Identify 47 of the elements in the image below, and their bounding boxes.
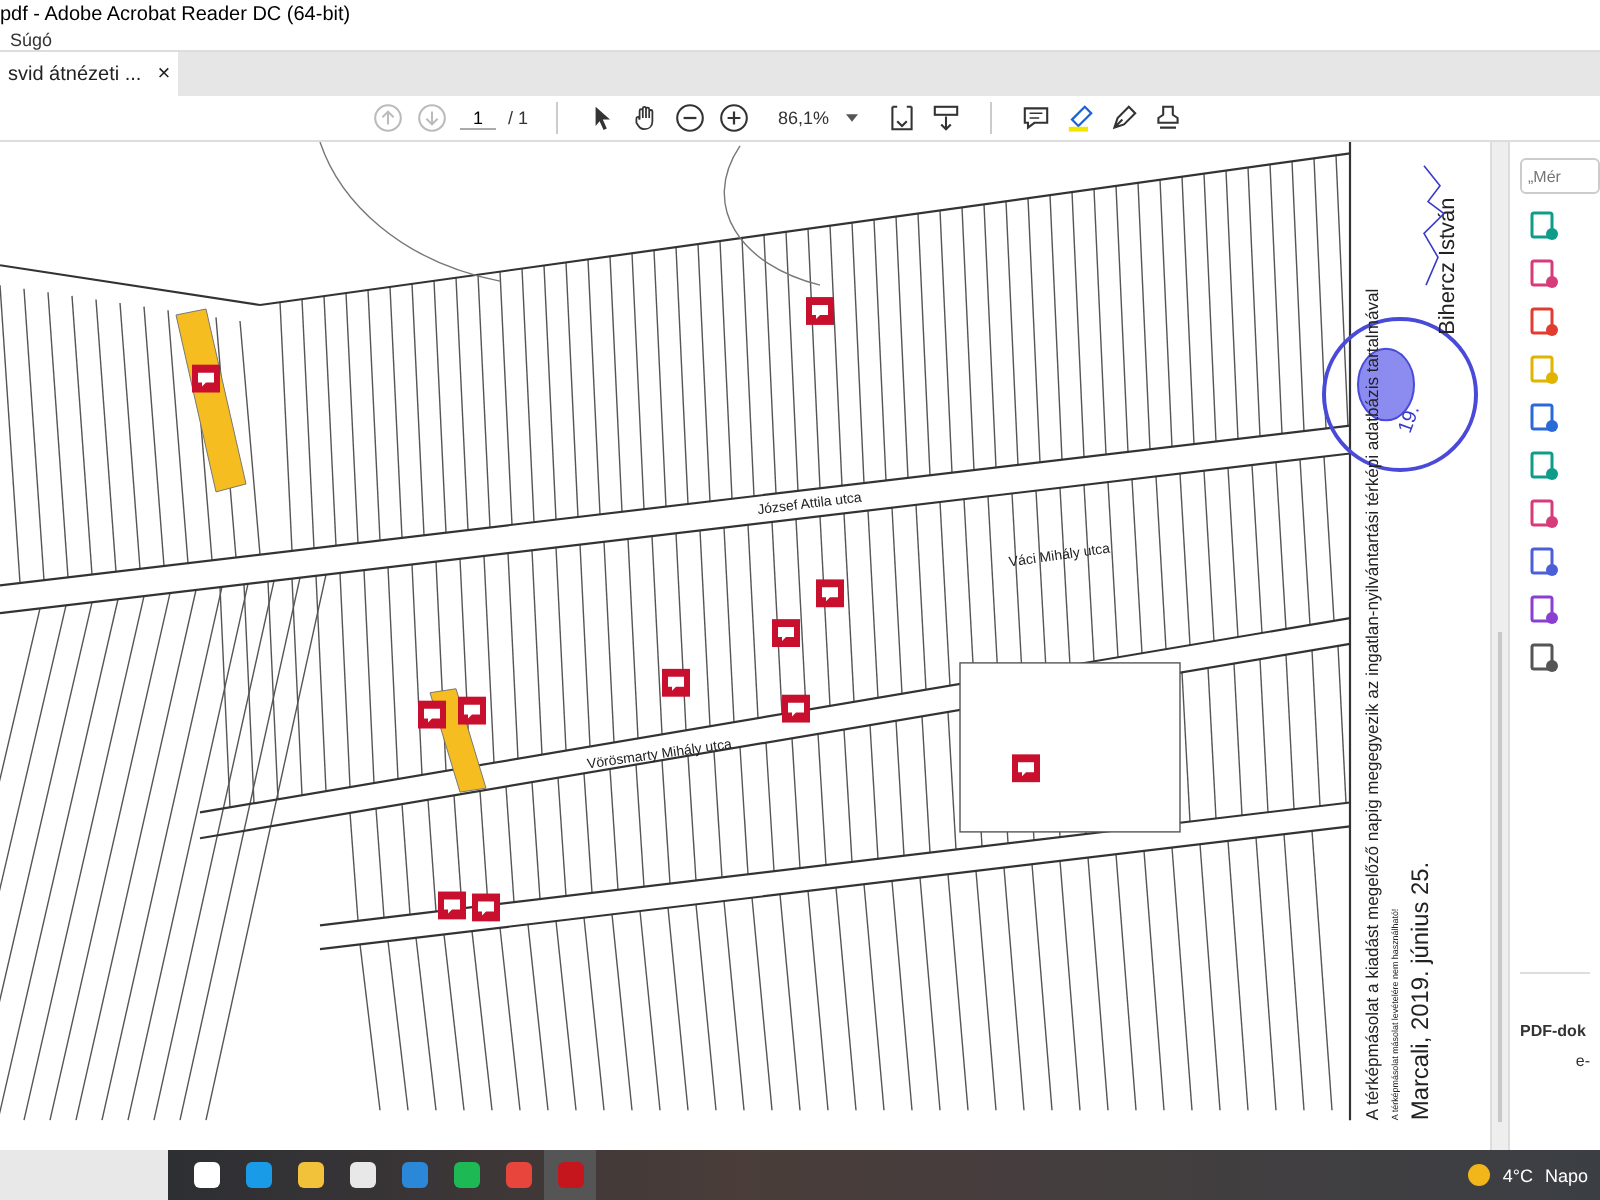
tool-icon[interactable] (1528, 450, 1560, 482)
comment-icon[interactable] (458, 696, 486, 725)
menu-item[interactable]: Súgó (10, 30, 53, 50)
comment-icon[interactable] (816, 579, 844, 608)
zoom-dropdown[interactable]: 86,1% (762, 108, 874, 128)
comment-icon[interactable] (1012, 754, 1040, 783)
tool-icon[interactable] (1528, 546, 1560, 578)
zoom-in-icon[interactable] (718, 102, 751, 134)
pen-icon[interactable] (1107, 102, 1140, 134)
comment-icon[interactable] (662, 668, 690, 697)
date-text: Marcali, 2019. június 25. (1405, 861, 1434, 1121)
tool-icon[interactable] (1528, 306, 1560, 338)
temperature-text: 4°C (1502, 1165, 1533, 1185)
document-tab[interactable]: svid átnézeti ... × (0, 52, 179, 96)
tool-icon[interactable] (1528, 594, 1560, 626)
stamp-icon[interactable] (1151, 102, 1184, 134)
comment-icon[interactable] (192, 364, 220, 393)
comment-icon[interactable] (418, 700, 446, 729)
page-number-field[interactable]: 1 (460, 107, 496, 129)
comment-icon[interactable] (806, 297, 834, 325)
stamp-number: 19. (1394, 402, 1426, 437)
sun-icon (1468, 1164, 1491, 1186)
comment-icon[interactable] (472, 893, 500, 922)
scroll-mode-icon[interactable] (929, 102, 962, 134)
fit-page-icon[interactable] (885, 102, 918, 134)
tool-icon[interactable] (1528, 402, 1560, 434)
comment-tool-icon[interactable] (1019, 102, 1052, 134)
tool-icon[interactable] (1528, 210, 1560, 242)
comment-icon[interactable] (772, 619, 800, 647)
comment-icon[interactable] (438, 891, 466, 920)
certification-note: A térképmásolat a kiadást megelőző napig megegyezik az ingatlan-nyilvántartási térképi adatbázis tartalmával (1361, 288, 1382, 1121)
highlighter-icon[interactable] (1063, 102, 1096, 134)
caret-icon (845, 114, 858, 122)
tool-icon[interactable] (1528, 642, 1560, 674)
zoom-out-icon[interactable] (674, 102, 707, 134)
page-total: / 1 (508, 108, 529, 128)
search-field[interactable]: „Mér (1520, 158, 1600, 194)
tool-icon[interactable] (1528, 498, 1560, 530)
signature-name: Bihercz István (1435, 197, 1460, 335)
weather-text: Napo (1544, 1165, 1588, 1185)
scrollbar[interactable] (1490, 142, 1508, 1150)
scrollbar-thumb[interactable] (1498, 632, 1502, 1122)
pane-footer-text: e- (1575, 1052, 1590, 1070)
comment-icon[interactable] (782, 694, 810, 723)
window-title: pdf - Adobe Acrobat Reader DC (64-bit) (0, 4, 351, 26)
tool-icon[interactable] (1528, 258, 1560, 290)
pane-footer-title: PDF-dok (1520, 1022, 1586, 1040)
